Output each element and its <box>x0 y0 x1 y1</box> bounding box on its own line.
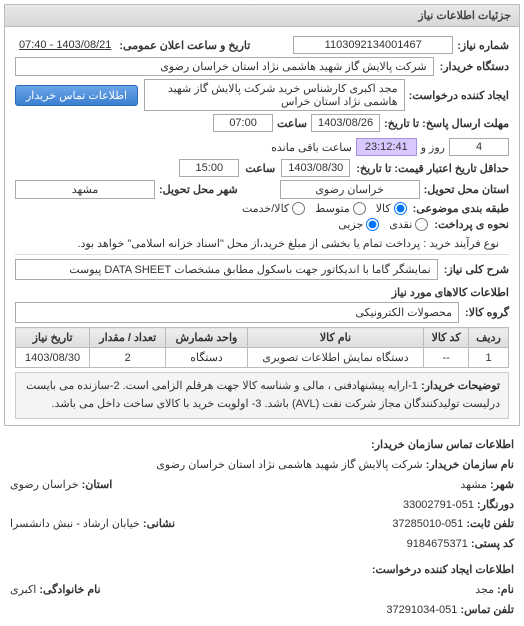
c-phone-value: 051-37285010 <box>392 518 463 530</box>
need-title-value: نمایشگر گاما با اندیکاتور جهت باسکول مطا… <box>15 259 438 280</box>
province-value: خراسان رضوی <box>280 180 420 199</box>
radio-cash-label: نقدی <box>389 218 412 231</box>
subject-class-label: طبقه بندی موضوعی: <box>413 202 509 215</box>
radio-service-label: کالا/خدمت <box>242 202 289 215</box>
radio-partial[interactable]: جزیی <box>338 218 379 231</box>
th-row: ردیف <box>469 328 509 348</box>
min-deadline-date: 1403/08/30 <box>281 159 350 177</box>
creator-value: مجد اکبری کارشناس خرید شرکت پالایش گاز ش… <box>144 79 405 111</box>
min-deadline-label: حداقل تاریخ اعتبار قیمت: تا تاریخ: <box>356 162 509 175</box>
time-label-1: ساعت <box>277 117 307 130</box>
td-code: -- <box>424 348 469 368</box>
need-title-label: شرح کلی نیاز: <box>444 263 509 276</box>
th-unit: واحد شمارش <box>166 328 248 348</box>
payment-label: نحوه ی پرداخت: <box>434 218 509 231</box>
radio-service-input[interactable] <box>292 202 305 215</box>
radio-service[interactable]: کالا/خدمت <box>242 202 305 215</box>
c-city-value: مشهد <box>460 479 487 491</box>
goods-section-title: اطلاعات کالاهای مورد نیاز <box>15 286 509 299</box>
table-header-row: ردیف کد کالا نام کالا واحد شمارش تعداد /… <box>16 328 509 348</box>
days-remain: 4 <box>449 138 509 156</box>
th-date: تاریخ نیاز <box>16 328 90 348</box>
req-no-label: شماره نیاز: <box>457 39 509 52</box>
radio-partial-label: جزیی <box>338 218 363 231</box>
c-province-value: خراسان رضوی <box>10 479 79 491</box>
req-no-value: 1103092134001467 <box>293 36 453 54</box>
c-postal-label: کد پستی: <box>471 538 514 550</box>
radio-goods[interactable]: کالا <box>376 202 407 215</box>
c-fax-label: دورنگار: <box>477 499 514 511</box>
th-name: نام کالا <box>247 328 423 348</box>
requester-section-title: اطلاعات ایجاد کننده درخواست: <box>10 561 514 581</box>
c-city-label: شهر: <box>490 479 514 491</box>
panel-title: جزئیات اطلاعات نیاز <box>5 5 519 27</box>
r-family-value: اکبری <box>10 584 36 596</box>
group-label: گروه کالا: <box>465 306 509 319</box>
goods-table: ردیف کد کالا نام کالا واحد شمارش تعداد /… <box>15 327 509 368</box>
buyer-contact-button[interactable]: اطلاعات تماس خریدار <box>15 85 138 106</box>
radio-medium[interactable]: متوسط <box>315 202 366 215</box>
r-name-value: مجد <box>475 584 494 596</box>
group-value: محصولات الکترونیکی <box>15 302 459 323</box>
need-details-panel: جزئیات اطلاعات نیاز شماره نیاز: 11030921… <box>4 4 520 426</box>
subject-class-group: کالا متوسط کالا/خدمت <box>242 202 407 215</box>
org-value: شرکت پالایش گاز شهید هاشمی نژاد استان خر… <box>156 459 422 471</box>
radio-medium-label: متوسط <box>315 202 350 215</box>
city-value: مشهد <box>15 180 155 199</box>
buyer-description-box: توضیحات خریدار: 1-ارایه پیشنهادفنی ، مال… <box>15 372 509 419</box>
radio-medium-input[interactable] <box>353 202 366 215</box>
days-remain-label: روز و <box>421 141 445 154</box>
process-note: نوع فرآیند خرید : پرداخت تمام یا بخشی از… <box>77 237 499 250</box>
payment-group: نقدی جزیی <box>338 218 428 231</box>
org-label: نام سازمان خریدار: <box>426 459 514 471</box>
radio-goods-input[interactable] <box>394 202 407 215</box>
radio-partial-input[interactable] <box>366 218 379 231</box>
deadline-label: مهلت ارسال پاسخ: تا تاریخ: <box>384 117 509 130</box>
c-address-value: خیابان ارشاد - نبش دانشسرا <box>10 518 140 530</box>
remain-label: ساعت باقی مانده <box>271 141 352 154</box>
td-unit: دستگاه <box>166 348 248 368</box>
c-province-label: استان: <box>82 479 113 491</box>
td-qty: 2 <box>90 348 166 368</box>
c-fax-value: 051-33002791 <box>403 499 474 511</box>
time-label-2: ساعت <box>245 162 275 175</box>
contact-section-title: اطلاعات تماس سازمان خریدار: <box>10 436 514 456</box>
r-phone-label: تلفن تماس: <box>460 604 514 616</box>
th-qty: تعداد / مقدار <box>90 328 166 348</box>
r-family-label: نام خانوادگی: <box>39 584 100 596</box>
buyer-value: شرکت پالایش گاز شهید هاشمی نژاد استان خر… <box>15 57 434 76</box>
city-label: شهر محل تحویل: <box>159 183 238 196</box>
buyer-label: دستگاه خریدار: <box>440 60 509 73</box>
province-label: استان محل تحویل: <box>424 183 509 196</box>
deadline-time: 07:00 <box>213 114 273 132</box>
td-row: 1 <box>469 348 509 368</box>
deadline-date: 1403/08/26 <box>311 114 380 132</box>
c-phone-label: تلفن ثابت: <box>466 518 514 530</box>
announce-value: 1403/08/21 - 07:40 <box>15 37 115 53</box>
radio-goods-label: کالا <box>376 202 391 215</box>
th-code: کد کالا <box>424 328 469 348</box>
announce-label: تاریخ و ساعت اعلان عمومی: <box>119 39 250 52</box>
c-address-label: نشانی: <box>143 518 175 530</box>
radio-cash[interactable]: نقدی <box>389 218 428 231</box>
td-name: دستگاه نمایش اطلاعات تصویری <box>247 348 423 368</box>
countdown-timer: 23:12:41 <box>356 138 417 156</box>
buyer-desc-label: توضیحات خریدار: <box>421 380 500 392</box>
buyer-org-contact: اطلاعات تماس سازمان خریدار: نام سازمان خ… <box>0 430 524 626</box>
r-phone-value: 051-37291034 <box>386 604 457 616</box>
r-name-label: نام: <box>497 584 514 596</box>
min-deadline-time: 15:00 <box>179 159 239 177</box>
radio-cash-input[interactable] <box>415 218 428 231</box>
creator-label: ایجاد کننده درخواست: <box>409 89 509 102</box>
table-row[interactable]: 1 -- دستگاه نمایش اطلاعات تصویری دستگاه … <box>16 348 509 368</box>
c-postal-value: 9184675371 <box>407 538 468 550</box>
td-date: 1403/08/30 <box>16 348 90 368</box>
